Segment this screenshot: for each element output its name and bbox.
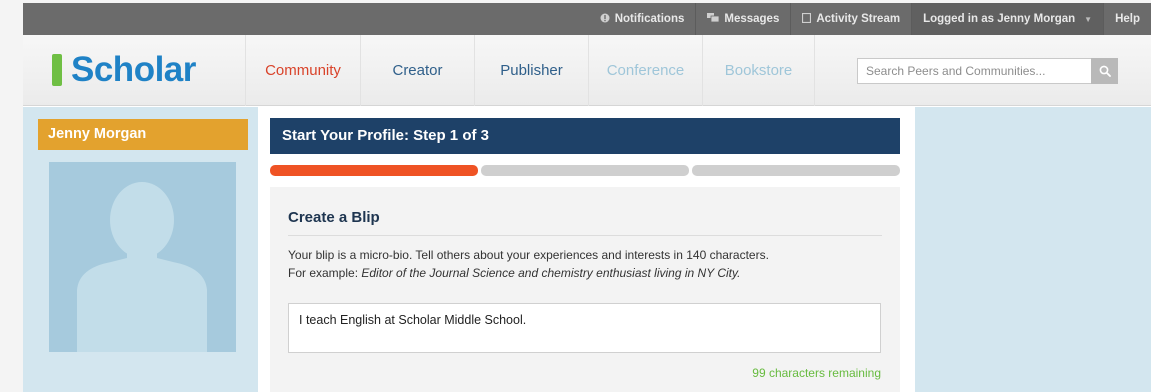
scholar-logo[interactable]: Scholar: [52, 50, 196, 90]
blip-title: Create a Blip: [288, 209, 380, 226]
blip-card: Create a Blip Your blip is a micro-bio. …: [270, 187, 900, 392]
messages-label: Messages: [724, 13, 780, 25]
notification-icon: [600, 13, 610, 26]
nav-publisher[interactable]: Publisher: [474, 35, 588, 106]
activity-stream-label: Activity Stream: [816, 13, 901, 25]
nav-community[interactable]: Community: [245, 35, 360, 106]
blip-textarea[interactable]: I teach English at Scholar Middle School…: [288, 303, 881, 353]
right-sidebar: [915, 107, 1151, 392]
blip-description-line1: Your blip is a micro-bio. Tell others ab…: [288, 248, 769, 262]
notifications-label: Notifications: [614, 13, 685, 25]
logo-text: Scholar: [71, 50, 196, 89]
avatar-placeholder-icon: [77, 182, 207, 352]
logo-mark-icon: [52, 54, 62, 86]
app-window: Notifications Messages Activity Stream L…: [23, 3, 1151, 392]
activity-stream-icon: [802, 12, 812, 26]
top-bar: Notifications Messages Activity Stream L…: [23, 3, 1151, 35]
nav-bookstore[interactable]: Bookstore: [702, 35, 815, 106]
progress-step-3: [692, 165, 900, 176]
blip-example: Editor of the Journal Science and chemis…: [361, 266, 741, 280]
search-icon: [1099, 65, 1111, 77]
messages-icon: [707, 13, 720, 25]
blip-description: Your blip is a micro-bio. Tell others ab…: [288, 246, 888, 282]
site-header: Scholar Community Creator Publisher Conf…: [23, 35, 1151, 106]
profile-sidebar: Jenny Morgan: [23, 107, 258, 392]
help-label: Help: [1115, 13, 1140, 25]
notifications-link[interactable]: Notifications: [589, 3, 696, 35]
progress-step-1: [270, 165, 478, 176]
progress-step-2: [481, 165, 689, 176]
blip-example-prefix: For example:: [288, 266, 362, 280]
messages-link[interactable]: Messages: [695, 3, 790, 35]
step-progress: [270, 165, 900, 176]
help-link[interactable]: Help: [1103, 3, 1151, 35]
user-menu[interactable]: Logged in as Jenny Morgan ▼: [911, 3, 1104, 35]
search-button[interactable]: [1091, 58, 1118, 84]
divider: [288, 235, 882, 236]
activity-stream-link[interactable]: Activity Stream: [790, 3, 911, 35]
nav-creator[interactable]: Creator: [360, 35, 474, 106]
nav-conference[interactable]: Conference: [588, 35, 702, 106]
character-count: 99 characters remaining: [752, 366, 881, 380]
logged-in-label: Logged in as Jenny Morgan: [923, 13, 1076, 25]
search-input[interactable]: [857, 58, 1091, 84]
search-box: [857, 58, 1118, 84]
main-nav: Community Creator Publisher Conference B…: [245, 35, 815, 106]
step-title: Start Your Profile: Step 1 of 3: [270, 118, 900, 154]
chevron-down-icon: ▼: [1084, 14, 1093, 24]
main-content: Start Your Profile: Step 1 of 3 Create a…: [258, 107, 915, 392]
avatar[interactable]: [49, 162, 236, 352]
profile-name: Jenny Morgan: [38, 119, 248, 150]
